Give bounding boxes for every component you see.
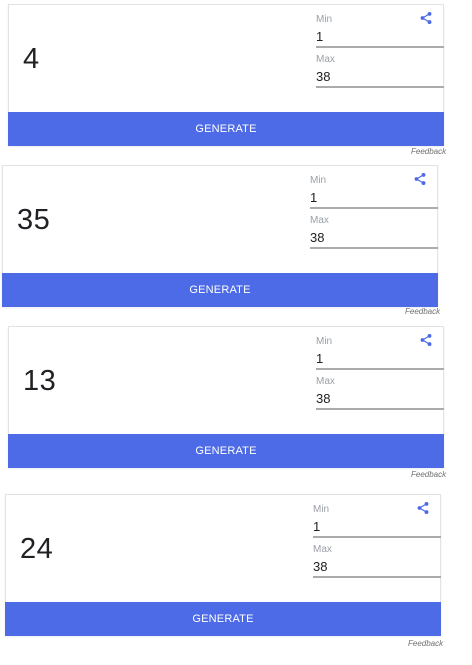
max-label: Max [310, 215, 329, 226]
random-number-widget: 24 Min 1 Max 38 GENERATE [5, 494, 441, 636]
min-field[interactable]: 1 [316, 350, 444, 370]
max-field[interactable]: 38 [310, 229, 438, 249]
result-number: 4 [23, 43, 40, 75]
result-number: 35 [17, 204, 51, 236]
range-fields: Min 1 Max 38 [313, 504, 441, 584]
random-number-widget: 35 Min 1 Max 38 GENERATE [2, 165, 438, 307]
min-label: Min [310, 175, 327, 186]
min-label: Min [313, 504, 330, 515]
random-number-widget: 13 Min 1 Max 38 GENERATE [8, 326, 444, 468]
range-fields: Min 1 Max 38 [310, 175, 438, 255]
min-label: Min [316, 14, 333, 25]
min-field[interactable]: 1 [313, 518, 441, 538]
max-field[interactable]: 38 [316, 390, 444, 410]
feedback-link[interactable]: Feedback [405, 307, 440, 316]
feedback-link[interactable]: Feedback [411, 147, 446, 156]
max-field[interactable]: 38 [313, 558, 441, 578]
feedback-link[interactable]: Feedback [411, 470, 446, 479]
range-fields: Min 1 Max 38 [316, 14, 444, 94]
range-fields: Min 1 Max 38 [316, 336, 444, 416]
max-label: Max [313, 544, 332, 555]
max-field[interactable]: 38 [316, 68, 444, 88]
min-field[interactable]: 1 [316, 28, 444, 48]
random-number-widget: 4 Min 1 Max 38 GENERATE [8, 4, 444, 146]
generate-button[interactable]: GENERATE [5, 602, 441, 636]
result-number: 24 [20, 533, 54, 565]
feedback-link[interactable]: Feedback [408, 639, 443, 648]
result-number: 13 [23, 365, 57, 397]
generate-button[interactable]: GENERATE [2, 273, 438, 307]
min-field[interactable]: 1 [310, 189, 438, 209]
max-label: Max [316, 54, 335, 65]
generate-button[interactable]: GENERATE [8, 434, 444, 468]
max-label: Max [316, 376, 335, 387]
min-label: Min [316, 336, 333, 347]
generate-button[interactable]: GENERATE [8, 112, 444, 146]
